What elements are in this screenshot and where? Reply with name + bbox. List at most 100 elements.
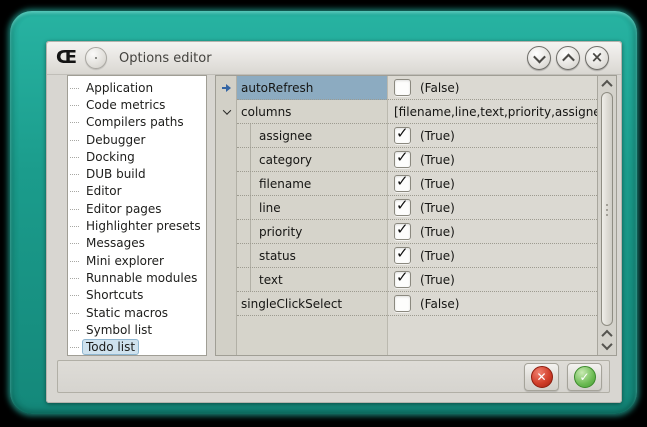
property-row-assignee: assignee✓(True) [216, 124, 597, 148]
gutter-cell [216, 220, 237, 244]
sidebar-item-label: Application [82, 80, 157, 96]
property-row-text: text ✓ (True) [216, 268, 597, 292]
property-name[interactable]: singleClickSelect [237, 292, 387, 316]
checkbox-checked[interactable]: ✓ [394, 151, 411, 168]
sidebar-item-label: Shortcuts [82, 287, 147, 303]
property-row-columns: columns [filename,line,text,priority,assi… [216, 100, 597, 124]
chevron-up-icon [562, 53, 575, 66]
checkbox-checked[interactable]: ✓ [394, 223, 411, 240]
property-name[interactable]: assignee [237, 124, 387, 148]
sidebar-item-symbol-list[interactable]: Symbol list [68, 321, 206, 338]
property-name[interactable]: columns [237, 100, 387, 124]
value-label: (True) [420, 177, 455, 191]
options-editor-window: Œ Options editor × ApplicationCode metri… [46, 41, 622, 403]
property-value: [filename,line,text,priority,assigne [388, 100, 597, 124]
sidebar-item-messages[interactable]: Messages [68, 235, 206, 252]
gutter-cell [216, 124, 237, 148]
property-name[interactable]: status [237, 244, 387, 268]
checkbox-checked[interactable]: ✓ [394, 175, 411, 192]
gutter-cell [216, 244, 237, 268]
property-name[interactable]: filename [237, 172, 387, 196]
property-name[interactable]: autoRefresh [237, 76, 387, 100]
scroll-up-button-bottom[interactable] [603, 330, 611, 338]
property-name[interactable]: text [237, 268, 387, 292]
value-label: (True) [420, 153, 455, 167]
chevron-down-icon [533, 50, 546, 63]
sidebar-item-label: Todo list [82, 339, 139, 355]
sidebar-item-editor[interactable]: Editor [68, 183, 206, 200]
value-label: (True) [420, 225, 455, 239]
scroll-down-button[interactable] [603, 342, 611, 350]
sidebar-item-label: Compilers paths [82, 114, 188, 130]
property-value: ✓(True) [388, 124, 597, 148]
cancel-button[interactable]: ✕ [524, 363, 559, 391]
sidebar-item-label: Code metrics [82, 97, 169, 113]
property-value: ✓ (True) [388, 220, 597, 244]
sidebar-item-label: Messages [82, 235, 149, 251]
sidebar-item-mini-explorer[interactable]: Mini explorer [68, 252, 206, 269]
checkbox-checked[interactable]: ✓ [394, 199, 411, 216]
scroll-up-button[interactable] [603, 80, 611, 88]
accept-button[interactable]: ✓ [567, 363, 602, 391]
maximize-button[interactable] [556, 46, 580, 70]
sidebar-item-static-macros[interactable]: Static macros [68, 304, 206, 321]
checkbox-checked[interactable]: ✓ [394, 127, 411, 144]
window-menu-button[interactable] [85, 47, 107, 69]
value-label: (True) [420, 273, 455, 287]
checkbox-checked[interactable]: ✓ [394, 271, 411, 288]
sidebar-item-label: Runnable modules [82, 270, 201, 286]
property-row-status: status ✓ (True) [216, 244, 597, 268]
collapse-toggle-icon[interactable] [216, 100, 237, 124]
sidebar-item-debugger[interactable]: Debugger [68, 131, 206, 148]
property-value: ✓(True) [388, 196, 597, 220]
close-button[interactable]: × [585, 46, 609, 70]
category-list: ApplicationCode metricsCompilers paths De… [67, 75, 207, 356]
property-row-category: category ✓ (True) [216, 148, 597, 172]
sidebar-item-shortcuts[interactable]: Shortcuts [68, 287, 206, 304]
sidebar-item-todo-list[interactable]: Todo list [68, 338, 206, 355]
value-label: (False) [420, 297, 460, 311]
property-value: ✓ (True) [388, 172, 597, 196]
property-name[interactable]: priority [237, 220, 387, 244]
app-logo-icon: Œ [56, 49, 77, 67]
titlebar[interactable]: Œ Options editor × [47, 42, 621, 75]
gutter-cell [216, 268, 237, 292]
sidebar-item-dub-build[interactable]: DUB build [68, 165, 206, 182]
footer-bar: ✕ ✓ [57, 360, 610, 393]
sidebar-item-runnable-modules[interactable]: Runnable modules [68, 269, 206, 286]
sidebar-item-label: Editor pages [82, 201, 166, 217]
sidebar-item-editor-pages[interactable]: Editor pages [68, 200, 206, 217]
property-row-autoRefresh: autoRefresh(False) [216, 76, 597, 100]
checkbox-unchecked[interactable] [394, 79, 411, 96]
property-name[interactable]: line [237, 196, 387, 220]
sidebar-item-label: Highlighter presets [82, 218, 205, 234]
window-controls: × [527, 46, 609, 70]
sidebar-item-code-metrics[interactable]: Code metrics [68, 96, 206, 113]
gutter-cell [216, 292, 237, 316]
sidebar-item-label: Editor [82, 183, 126, 199]
sidebar-item-application[interactable]: Application [68, 79, 206, 96]
check-icon: ✓ [574, 366, 596, 388]
minimize-button[interactable] [527, 46, 551, 70]
checkbox-unchecked[interactable] [394, 295, 411, 312]
checkbox-checked[interactable]: ✓ [394, 247, 411, 264]
sidebar-item-highlighter-presets[interactable]: Highlighter presets [68, 217, 206, 234]
property-value: (False) [388, 76, 597, 100]
sidebar-item-compilers-paths[interactable]: Compilers paths [68, 114, 206, 131]
property-row-filename: filename ✓ (True) [216, 172, 597, 196]
value-label: (True) [420, 249, 455, 263]
selected-row-arrow-icon [216, 76, 237, 100]
sidebar-item-label: Docking [82, 149, 139, 165]
scroll-thumb[interactable] [601, 92, 613, 326]
value-text[interactable]: [filename,line,text,priority,assigne [394, 105, 597, 119]
sidebar-item-label: Debugger [82, 132, 149, 148]
sidebar-item-docking[interactable]: Docking [68, 148, 206, 165]
property-name[interactable]: category [237, 148, 387, 172]
property-value: ✓ (True) [388, 268, 597, 292]
sidebar-item-label: DUB build [82, 166, 150, 182]
grid-scrollbar[interactable] [597, 76, 616, 355]
property-value: ✓ (True) [388, 148, 597, 172]
property-value: (False) [388, 292, 597, 316]
property-row-line: line✓(True) [216, 196, 597, 220]
window-title: Options editor [119, 51, 212, 66]
